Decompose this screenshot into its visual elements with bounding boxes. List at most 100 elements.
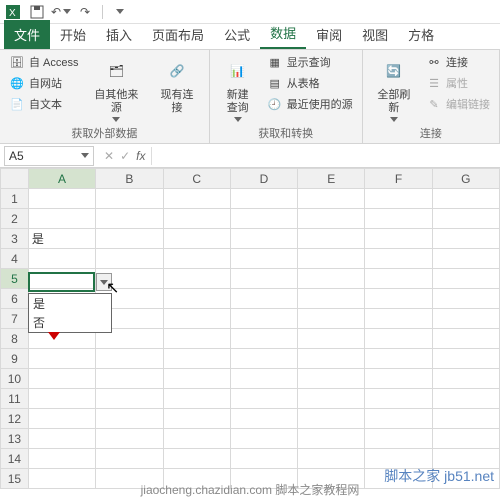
cell-G9[interactable] [432,349,499,369]
cell-A2[interactable] [28,209,95,229]
cell-E12[interactable] [298,409,365,429]
cell-D9[interactable] [230,349,297,369]
cancel-icon[interactable]: ✕ [104,149,114,163]
cell-A1[interactable] [28,189,95,209]
tab-insert[interactable]: 插入 [96,20,142,49]
cell-D8[interactable] [230,329,297,349]
col-header-E[interactable]: E [298,169,365,189]
cell-E8[interactable] [298,329,365,349]
row-header-11[interactable]: 11 [1,389,29,409]
cell-A10[interactable] [28,369,95,389]
cell-E4[interactable] [298,249,365,269]
cell-D13[interactable] [230,429,297,449]
cell-B9[interactable] [96,349,163,369]
cell-B12[interactable] [96,409,163,429]
refresh-all-button[interactable]: 🔄全部刷新 [369,53,419,124]
edit-links-button[interactable]: ✎编辑链接 [423,95,493,113]
new-query-button[interactable]: 📊新建 查询 [216,53,260,124]
cell-F9[interactable] [365,349,432,369]
show-queries-button[interactable]: ▦显示查询 [264,53,356,71]
cell-D6[interactable] [230,289,297,309]
cell-E9[interactable] [298,349,365,369]
cell-B14[interactable] [96,449,163,469]
tab-layout[interactable]: 页面布局 [142,20,214,49]
cell-C8[interactable] [163,329,230,349]
cell-D4[interactable] [230,249,297,269]
cell-F11[interactable] [365,389,432,409]
tab-review[interactable]: 审阅 [306,20,352,49]
cell-C3[interactable] [163,229,230,249]
cell-F6[interactable] [365,289,432,309]
cell-B3[interactable] [96,229,163,249]
from-other-button[interactable]: 🗂自其他来源 [86,53,148,124]
col-header-F[interactable]: F [365,169,432,189]
cell-D11[interactable] [230,389,297,409]
save-icon[interactable] [30,5,44,19]
dropdown-button[interactable] [96,273,112,291]
cell-E11[interactable] [298,389,365,409]
row-header-2[interactable]: 2 [1,209,29,229]
name-box[interactable]: A5 [4,146,94,166]
cell-B1[interactable] [96,189,163,209]
cell-C11[interactable] [163,389,230,409]
col-header-A[interactable]: A [28,169,95,189]
col-header-G[interactable]: G [432,169,499,189]
cell-F4[interactable] [365,249,432,269]
formula-bar[interactable] [151,147,158,165]
cell-G7[interactable] [432,309,499,329]
tab-file[interactable]: 文件 [4,20,50,49]
cell-G11[interactable] [432,389,499,409]
cell-C6[interactable] [163,289,230,309]
cell-G13[interactable] [432,429,499,449]
fx-icon[interactable]: fx [136,149,145,163]
cell-C13[interactable] [163,429,230,449]
undo-icon[interactable]: ↶ [54,5,68,19]
tab-view[interactable]: 视图 [352,20,398,49]
cell-D5[interactable] [230,269,297,289]
cell-B11[interactable] [96,389,163,409]
tab-grid[interactable]: 方格 [398,20,444,49]
cell-A4[interactable] [28,249,95,269]
cell-G4[interactable] [432,249,499,269]
cell-F13[interactable] [365,429,432,449]
cell-E1[interactable] [298,189,365,209]
col-header-D[interactable]: D [230,169,297,189]
cell-G6[interactable] [432,289,499,309]
dropdown-option[interactable]: 是 [29,294,111,313]
from-table-button[interactable]: ▤从表格 [264,74,356,92]
cell-E13[interactable] [298,429,365,449]
cell-D14[interactable] [230,449,297,469]
tab-home[interactable]: 开始 [50,20,96,49]
col-header-B[interactable]: B [96,169,163,189]
cell-G2[interactable] [432,209,499,229]
dropdown-list[interactable]: 是 否 [28,293,112,333]
from-access-button[interactable]: 🗄自 Access [6,53,82,71]
cell-G12[interactable] [432,409,499,429]
cell-D7[interactable] [230,309,297,329]
cell-F12[interactable] [365,409,432,429]
row-header-5[interactable]: 5 [1,269,29,289]
select-all[interactable] [1,169,29,189]
cell-A12[interactable] [28,409,95,429]
connections-button[interactable]: ⚯连接 [423,53,493,71]
cell-F10[interactable] [365,369,432,389]
from-text-button[interactable]: 📄自文本 [6,95,82,113]
cell-C4[interactable] [163,249,230,269]
cell-B13[interactable] [96,429,163,449]
cell-F3[interactable] [365,229,432,249]
cell-A14[interactable] [28,449,95,469]
row-header-14[interactable]: 14 [1,449,29,469]
row-header-12[interactable]: 12 [1,409,29,429]
cell-A3[interactable]: 是 [28,229,95,249]
cell-G10[interactable] [432,369,499,389]
col-header-C[interactable]: C [163,169,230,189]
cell-G5[interactable] [432,269,499,289]
row-header-1[interactable]: 1 [1,189,29,209]
row-header-9[interactable]: 9 [1,349,29,369]
cell-C9[interactable] [163,349,230,369]
cell-E14[interactable] [298,449,365,469]
cell-C7[interactable] [163,309,230,329]
qat-customize-icon[interactable] [113,5,127,19]
enter-icon[interactable]: ✓ [120,149,130,163]
row-header-3[interactable]: 3 [1,229,29,249]
